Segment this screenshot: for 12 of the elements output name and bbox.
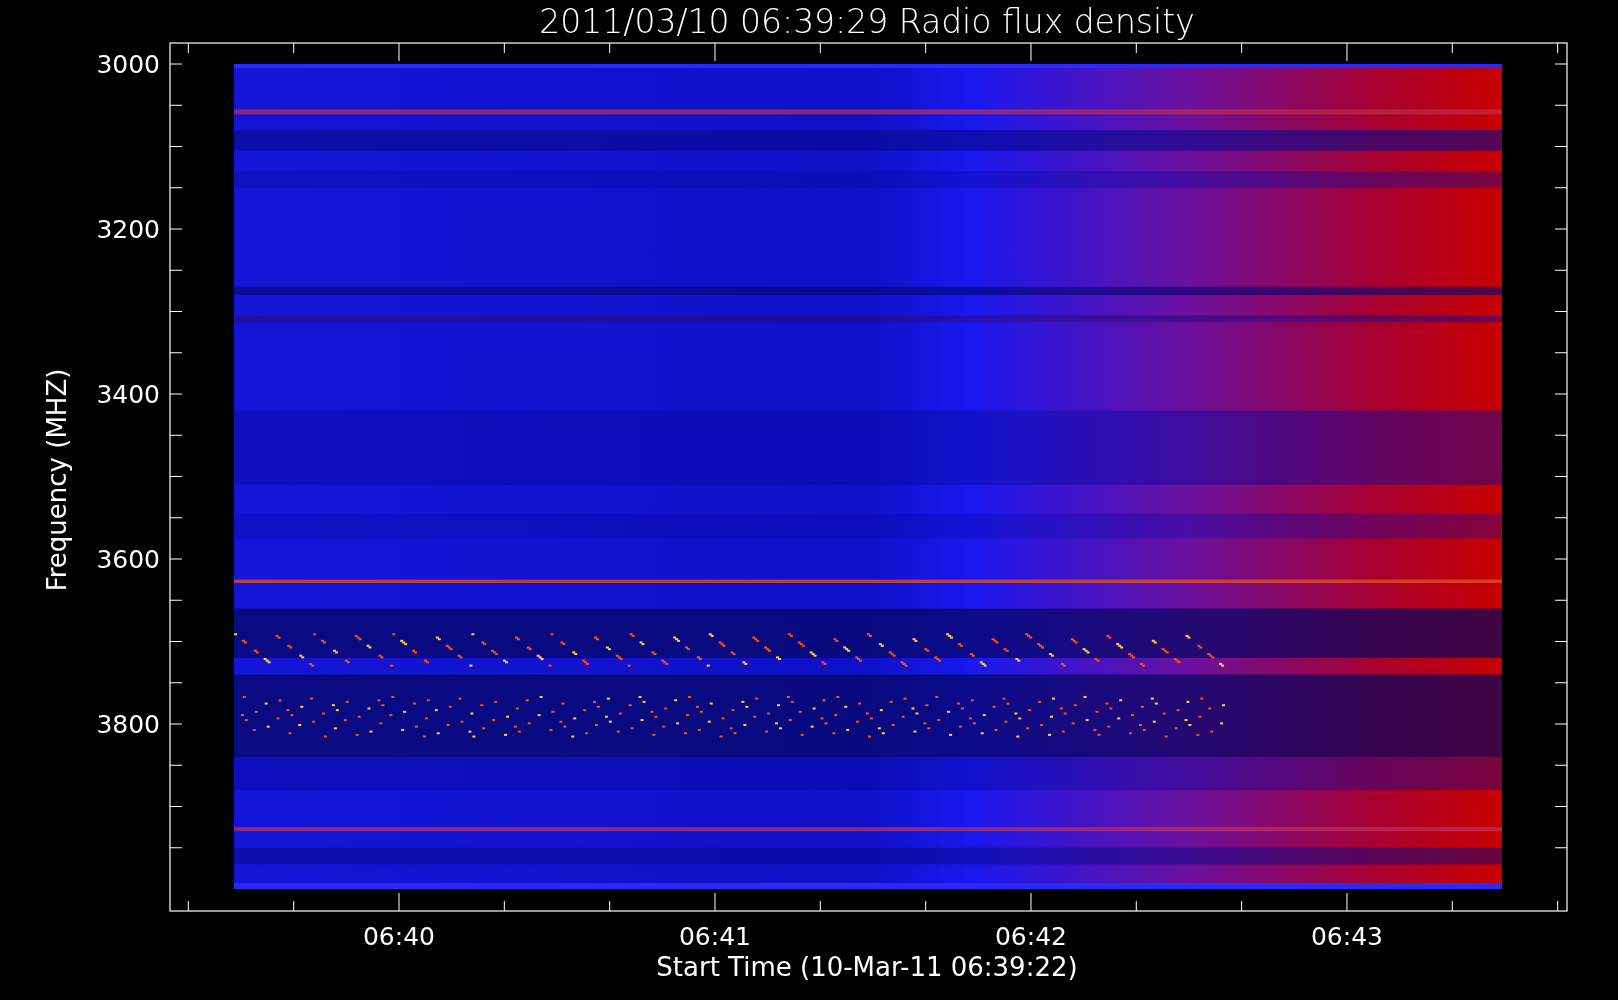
y-tick-label: 3800 bbox=[96, 710, 160, 739]
y-tick-label: 3400 bbox=[96, 380, 160, 409]
x-axis-label: Start Time (10-Mar-11 06:39:22) bbox=[656, 952, 1078, 982]
y-tick-label: 3000 bbox=[96, 50, 160, 79]
chart-title: 2011/03/10 06:39:29 Radio flux density bbox=[539, 2, 1195, 41]
y-tick-label: 3200 bbox=[96, 215, 160, 244]
y-tick-label: 3600 bbox=[96, 545, 160, 574]
x-tick-label: 06:43 bbox=[1311, 922, 1383, 951]
x-tick-label: 06:40 bbox=[363, 922, 435, 951]
x-tick-label: 06:42 bbox=[995, 922, 1067, 951]
y-axis-label: Frequency (MHZ) bbox=[42, 368, 72, 592]
x-tick-label: 06:41 bbox=[679, 922, 751, 951]
